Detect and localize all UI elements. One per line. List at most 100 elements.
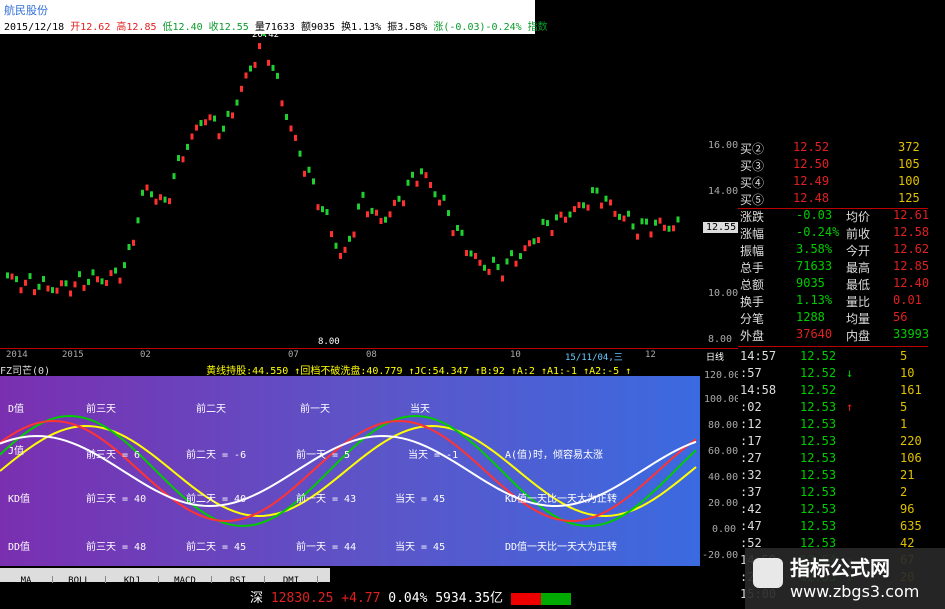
- candle: [411, 171, 414, 178]
- index-change: +4.77: [341, 591, 381, 606]
- stat-label: 换手: [740, 295, 765, 309]
- tick-time: :02: [740, 400, 762, 414]
- indicator-tick: 60.00: [708, 446, 739, 457]
- candle: [195, 124, 198, 131]
- candle: [307, 166, 311, 173]
- candle: [528, 240, 531, 247]
- candle: [393, 199, 396, 206]
- indicator-line: [0, 415, 697, 528]
- indicator-name[interactable]: FZ司芒(0): [0, 366, 50, 376]
- tick-time: :42: [740, 502, 762, 516]
- indicator-label: 前二天: [196, 404, 226, 415]
- candle: [55, 287, 59, 294]
- candle: [73, 281, 77, 288]
- candle: [208, 114, 212, 121]
- candle: [114, 267, 117, 274]
- tick-time: :37: [740, 485, 762, 499]
- candle: [109, 270, 113, 277]
- stat-label: 量比: [846, 295, 871, 309]
- tick-price: 12.52: [800, 366, 837, 380]
- stat-label: 最高: [846, 261, 871, 275]
- date-tick: 08: [366, 350, 377, 360]
- price-tick: 10.00: [708, 288, 739, 299]
- indicator-label: J值: [8, 446, 25, 457]
- indicator-label: 前三天 = 40: [86, 494, 147, 505]
- candle: [69, 290, 72, 297]
- indicator-label: 前一天 = 43: [296, 494, 357, 505]
- candle: [676, 216, 680, 223]
- candle: [546, 220, 549, 227]
- index-value: 12830.25: [270, 591, 334, 606]
- candle: [123, 262, 126, 269]
- tick-arrow-icon: ↓: [846, 366, 854, 380]
- candle: [366, 211, 369, 218]
- candle: [217, 133, 221, 140]
- candle: [163, 196, 167, 203]
- watermark-title: 指标公式网: [790, 556, 890, 580]
- candle: [235, 99, 239, 106]
- indicator-label: 前二天 = 45: [186, 542, 247, 553]
- tick-time: :27: [740, 451, 762, 465]
- candle: [267, 59, 270, 66]
- candle: [658, 217, 662, 224]
- indicator-panel[interactable]: D值 前三天 前二天 前一天 当天 J值 前三天 = 6 前二天 = -6 前一…: [0, 376, 700, 566]
- candle: [231, 112, 234, 119]
- candle: [501, 275, 504, 282]
- candle: [213, 115, 216, 122]
- stat-value: 1288: [796, 310, 825, 324]
- tick-row: :17 12.53 220: [738, 434, 928, 451]
- candle: [591, 187, 594, 194]
- candle: [6, 272, 9, 279]
- candle: [510, 250, 513, 257]
- candle: [141, 189, 144, 196]
- candle: [613, 210, 617, 217]
- candle: [595, 187, 599, 194]
- stat-label: 总额: [740, 278, 765, 292]
- candle: [415, 180, 419, 187]
- candle: [451, 230, 455, 237]
- tick-time: 14:57: [740, 349, 777, 363]
- stat-label: 内盘: [846, 329, 871, 343]
- bid-label: 买③: [740, 159, 765, 173]
- candle: [325, 209, 329, 216]
- candle: [505, 258, 509, 265]
- index-link[interactable]: 指数: [528, 22, 548, 33]
- site-watermark: 指标公式网 www.zbgs3.com: [745, 548, 945, 609]
- stat-label: 涨幅: [740, 227, 765, 241]
- tick-time: :57: [740, 366, 762, 380]
- period-label[interactable]: 日线: [706, 350, 724, 363]
- candle: [150, 191, 153, 198]
- indicator-label: 前二天 = 40: [186, 494, 247, 505]
- stat-value: 12.62: [893, 242, 930, 256]
- candle: [645, 218, 648, 225]
- candle: [127, 244, 131, 251]
- tick-row: :42 12.53 96: [738, 502, 928, 519]
- candle: [478, 259, 482, 266]
- stat-label: 均量: [846, 312, 871, 326]
- candle: [672, 225, 675, 232]
- candle: [46, 285, 50, 292]
- candle: [514, 260, 518, 267]
- candle: [460, 229, 464, 236]
- candle: [33, 289, 36, 296]
- candle: [361, 191, 365, 198]
- candle: [186, 143, 189, 150]
- candlestick-chart[interactable]: [0, 34, 700, 348]
- tick-volume: 1: [900, 417, 908, 431]
- candle: [10, 273, 14, 280]
- candle: [447, 210, 450, 217]
- candle: [24, 279, 27, 286]
- date-axis: 2014 2015 02 07 08 10 15/11/04,三 12 日线: [0, 348, 745, 363]
- stat-value: 12.85: [893, 259, 930, 273]
- candle: [357, 203, 360, 210]
- chart-header: 航民股份 2015/12/18 开12.62 高12.85 低12.40 收12…: [0, 0, 548, 34]
- bid-row: 买④ 12.49 100: [738, 174, 928, 191]
- bid-label: 买②: [740, 142, 765, 156]
- indicator-tick: 20.00: [708, 498, 739, 509]
- candle: [586, 204, 590, 211]
- indicator-label: A(值)时，倾容易太涨: [505, 450, 604, 461]
- candle: [330, 231, 333, 238]
- indicator-label: KD值一天比一天大为正转: [505, 494, 618, 505]
- date-tick: 07: [288, 350, 299, 360]
- candle: [442, 194, 446, 201]
